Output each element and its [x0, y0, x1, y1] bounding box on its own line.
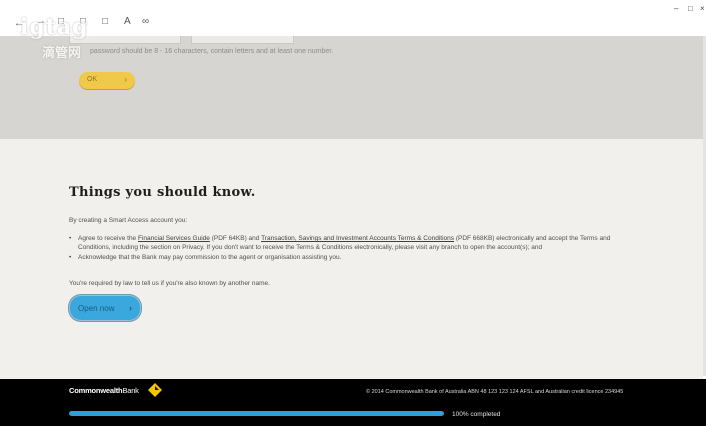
- minimize-icon[interactable]: –: [674, 4, 678, 13]
- terms-conditions-link[interactable]: Transaction, Savings and Investment Acco…: [261, 235, 454, 242]
- watermark-logo: igtag 滴管网: [20, 14, 120, 60]
- commbank-diamond-icon: [148, 383, 162, 397]
- font-size-icon[interactable]: A: [124, 16, 131, 28]
- list-item: Agree to receive the Financial Services …: [69, 234, 644, 252]
- bullet-text: Acknowledge that the Bank may pay commis…: [78, 254, 342, 261]
- password-hint: password should be 8 - 16 characters, co…: [90, 48, 334, 55]
- watermark-text: igtag: [20, 14, 89, 40]
- chevron-right-icon: ›: [124, 75, 127, 84]
- watermark-cn-text: 滴管网: [42, 45, 82, 60]
- brand-name: CommonwealthBank: [69, 386, 139, 395]
- open-now-label: Open now: [78, 304, 115, 313]
- chevron-right-icon: ›: [129, 303, 132, 313]
- bullet-text: (PDF 64KB) and: [209, 235, 262, 242]
- law-note: You're required by law to tell us if you…: [69, 280, 270, 287]
- progress-fill: [69, 411, 444, 416]
- copyright-text: © 2014 Commonwealth Bank of Australia AB…: [366, 389, 624, 395]
- progress-label: 100% completed: [452, 411, 501, 418]
- ok-button-label: OK: [87, 76, 98, 83]
- bullet-list: Agree to receive the Financial Services …: [69, 234, 644, 262]
- close-icon[interactable]: ×: [700, 4, 705, 13]
- intro-text: By creating a Smart Access account you:: [69, 217, 188, 224]
- list-item: Acknowledge that the Bank may pay commis…: [69, 253, 644, 262]
- bullet-text: Agree to receive the: [78, 235, 138, 242]
- brand-name-bold: Commonwealth: [69, 386, 123, 395]
- ok-button[interactable]: OK ›: [79, 72, 135, 89]
- open-now-button[interactable]: Open now ›: [69, 295, 141, 321]
- confirm-password-input[interactable]: [191, 36, 294, 44]
- share-icon[interactable]: ∞: [142, 16, 149, 28]
- brand-name-rest: Bank: [122, 386, 139, 395]
- page-title: Things you should know.: [69, 185, 256, 200]
- financial-services-guide-link[interactable]: Financial Services Guide: [138, 235, 210, 242]
- progress-bar: [69, 411, 444, 416]
- footer: CommonwealthBank © 2014 Commonwealth Ban…: [0, 379, 706, 426]
- info-section: Things you should know. By creating a Sm…: [0, 139, 703, 379]
- restore-icon[interactable]: □: [688, 4, 693, 13]
